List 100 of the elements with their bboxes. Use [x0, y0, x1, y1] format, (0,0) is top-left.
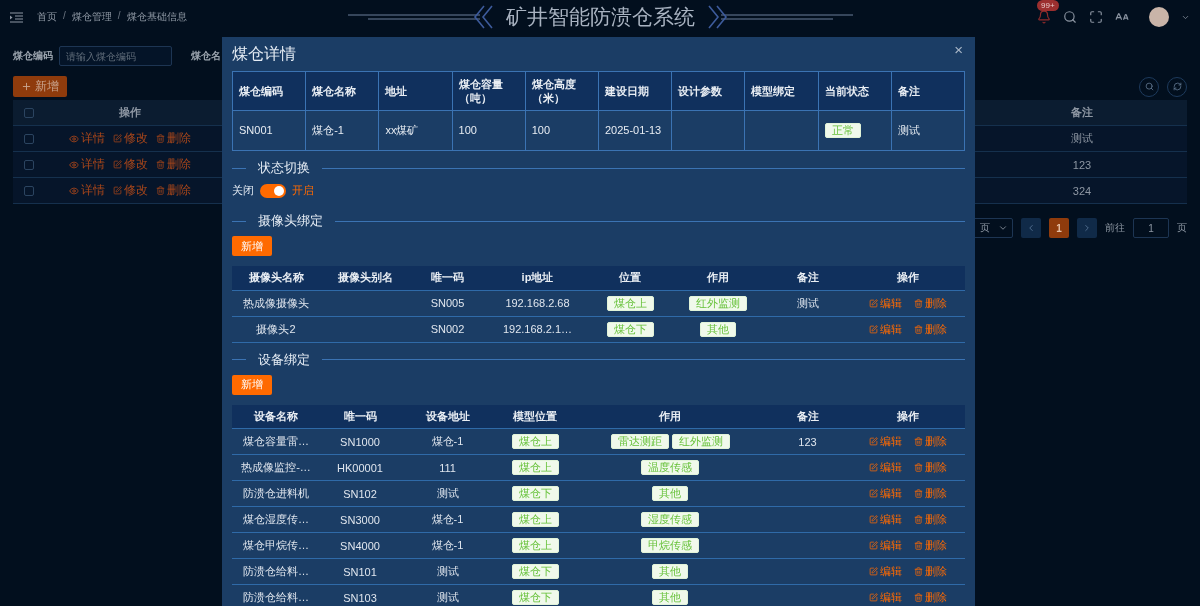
table-cell: 测试 — [436, 487, 459, 499]
avatar[interactable] — [1149, 7, 1169, 27]
table-cell-text: 测试 — [1070, 131, 1094, 146]
search-icon — [1144, 82, 1154, 91]
column-header: 煤仓高度（米） — [525, 71, 599, 111]
column-header: 唯一码 — [343, 409, 377, 422]
page-suffix: 页 — [1177, 221, 1187, 235]
table-cell: xx煤矿 — [385, 124, 419, 136]
table-cell: SN002 — [430, 323, 465, 335]
edit-link[interactable]: 编辑 — [868, 538, 902, 553]
table-cell: HK00001 — [337, 461, 383, 474]
column-header: 煤仓容量（吨） — [452, 71, 526, 111]
add-button[interactable]: 新增 — [232, 374, 272, 395]
table-cell: SN1000 — [340, 435, 380, 448]
column-header: 摄像头名称 — [248, 271, 304, 284]
search-icon[interactable] — [1063, 10, 1077, 24]
detail-link[interactable]: 详情 — [69, 182, 105, 199]
breadcrumb-item[interactable]: 煤仓管理 — [71, 10, 112, 24]
delete-link[interactable]: 删除 — [156, 156, 191, 173]
toggle-switch[interactable] — [260, 183, 286, 198]
edit-link[interactable]: 编辑 — [868, 434, 902, 449]
column-header: 作用 — [659, 409, 681, 422]
switch-label: 关闭 — [232, 183, 254, 198]
page-input[interactable]: 1 — [1133, 218, 1169, 238]
edit-link[interactable]: 编辑 — [868, 295, 902, 311]
position-tag: 煤仓下 — [511, 590, 559, 605]
column-header: 煤仓名称 — [305, 71, 379, 111]
edit-link[interactable]: 编辑 — [868, 460, 902, 475]
delete-link[interactable]: 删除 — [913, 295, 947, 311]
edit-link[interactable]: 修改 — [113, 182, 148, 199]
position-tag: 煤仓上 — [511, 434, 559, 449]
edit-link[interactable]: 编辑 — [868, 321, 902, 337]
breadcrumb-item[interactable]: 首页 — [37, 10, 57, 24]
edit-icon — [113, 186, 122, 195]
status-tag: 正常 — [824, 123, 861, 138]
table-cell: 煤仓-1 — [312, 124, 344, 136]
delete-link[interactable]: 删除 — [913, 590, 947, 605]
column-header: 摄像头别名 — [337, 271, 393, 284]
edit-link[interactable]: 修改 — [113, 156, 148, 173]
goto-label: 前往 — [1105, 221, 1125, 235]
trash-icon — [913, 437, 923, 446]
fullscreen-icon[interactable] — [1089, 10, 1103, 24]
page-button[interactable]: 1 — [1049, 218, 1069, 238]
delete-link[interactable]: 删除 — [913, 512, 947, 527]
eye-icon — [69, 185, 79, 196]
column-header: 煤仓编码 — [232, 71, 306, 111]
app-title: 矿井智能防溃仓系统 — [505, 4, 695, 30]
close-button[interactable]: × — [952, 41, 965, 58]
column-header: 唯一码 — [431, 271, 464, 284]
table-cell: 煤仓容量雷… — [243, 435, 309, 447]
delete-link[interactable]: 删除 — [156, 130, 191, 147]
table-cell: 192.168.2.68 — [505, 297, 570, 309]
table-cell: 100 — [458, 124, 477, 136]
plus-icon — [21, 81, 32, 92]
position-tag: 煤仓上 — [511, 460, 559, 475]
edit-icon — [868, 515, 878, 524]
edit-link[interactable]: 编辑 — [868, 486, 902, 501]
delete-link[interactable]: 删除 — [156, 182, 191, 199]
notification-badge: 99+ — [1037, 0, 1059, 11]
edit-link[interactable]: 修改 — [113, 130, 148, 147]
chevron-right-icon — [1082, 223, 1092, 233]
breadcrumb-item[interactable]: 煤仓基础信息 — [126, 10, 187, 24]
section-title: 状态切换 — [258, 159, 310, 177]
add-button[interactable]: 新增 — [13, 76, 67, 97]
trash-icon — [156, 186, 165, 195]
column-header: 当前状态 — [818, 71, 892, 111]
edit-icon — [868, 489, 878, 498]
delete-link[interactable]: 删除 — [913, 460, 947, 475]
column-header: 建设日期 — [598, 71, 672, 111]
delete-link[interactable]: 删除 — [913, 538, 947, 553]
checkbox[interactable] — [24, 133, 34, 144]
table-cell: 防溃仓给料… — [243, 591, 309, 603]
column-header: 模型位置 — [513, 409, 557, 422]
detail-link[interactable]: 详情 — [69, 130, 105, 147]
checkbox[interactable] — [24, 185, 34, 196]
breadcrumb-separator: / — [63, 10, 66, 23]
edit-link[interactable]: 编辑 — [868, 590, 902, 605]
table-cell: 测试 — [796, 296, 819, 309]
edit-link[interactable]: 编辑 — [868, 564, 902, 579]
table-cell: 煤仓湿度传… — [243, 513, 309, 525]
menu-icon[interactable] — [10, 11, 23, 23]
edit-icon — [868, 437, 878, 446]
checkbox[interactable] — [24, 159, 34, 170]
delete-link[interactable]: 删除 — [913, 486, 947, 501]
input-field[interactable]: 请输入煤仓编码 — [59, 46, 172, 66]
delete-link[interactable]: 删除 — [913, 321, 947, 337]
column-header: 操作 — [118, 105, 142, 120]
bell-icon[interactable] — [1037, 10, 1051, 24]
table-cell: 摄像头2 — [256, 322, 296, 335]
delete-link[interactable]: 删除 — [913, 434, 947, 449]
detail-link[interactable]: 详情 — [69, 156, 105, 173]
add-button[interactable]: 新增 — [232, 236, 272, 256]
checkbox[interactable] — [24, 107, 34, 118]
column-header: 设备名称 — [254, 409, 298, 422]
edit-link[interactable]: 编辑 — [868, 512, 902, 527]
trash-icon — [913, 593, 923, 602]
function-tag: 其他 — [652, 564, 688, 579]
delete-link[interactable]: 删除 — [913, 564, 947, 579]
table-cell: 防溃仓给料… — [243, 565, 309, 577]
position-tag: 煤仓下 — [511, 564, 559, 579]
